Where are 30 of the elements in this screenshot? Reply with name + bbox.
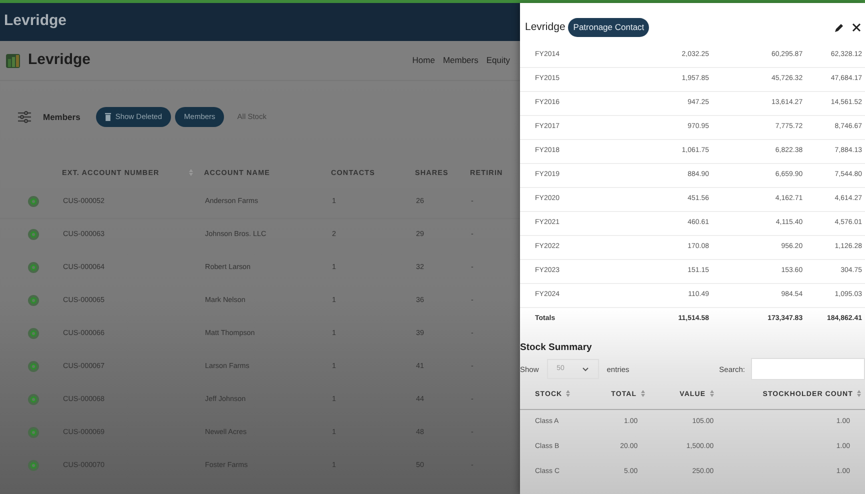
sort-icon[interactable] (857, 390, 861, 398)
sort-icon[interactable] (640, 390, 645, 398)
search-field[interactable] (751, 358, 865, 380)
sort-icon[interactable] (189, 169, 194, 176)
sort-icon[interactable] (566, 390, 570, 398)
nav-link[interactable]: Home (412, 54, 435, 67)
sort-icon[interactable] (710, 390, 714, 398)
contact-badge: Patronage Contact (568, 18, 650, 37)
panel-title: Levridge (525, 20, 566, 35)
brand-name: Levridge (28, 50, 91, 70)
trash-icon (105, 113, 112, 121)
status-icon (28, 426, 39, 438)
status-icon (28, 328, 39, 339)
chevron-down-icon (582, 366, 589, 372)
status-icon (28, 294, 39, 306)
edit-pencil-icon[interactable] (835, 23, 844, 32)
logo-icon (6, 54, 20, 68)
nav-link[interactable]: Members (442, 54, 478, 67)
nav-link[interactable]: Equity (486, 54, 510, 67)
section-label: Members (43, 111, 80, 124)
close-icon[interactable] (852, 23, 861, 32)
status-icon (28, 394, 39, 405)
section-title: Stock Summary (520, 341, 593, 355)
app-title: Levridge (4, 12, 67, 29)
status-icon (28, 460, 39, 471)
status-icon (28, 229, 39, 240)
status-icon (28, 360, 39, 372)
status-icon (28, 196, 39, 207)
status-icon (28, 262, 39, 273)
filter-sliders-icon (18, 111, 31, 123)
